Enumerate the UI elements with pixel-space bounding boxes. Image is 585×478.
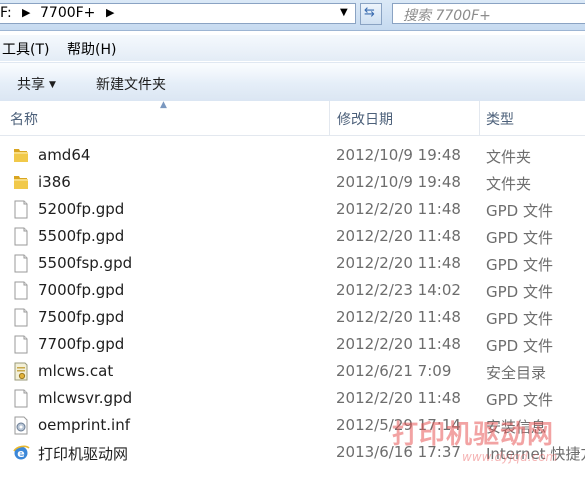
file-type: 文件夹 [486, 175, 532, 193]
file-type: GPD 文件 [486, 256, 553, 274]
file-date: 2012/2/20 11:48 [336, 200, 461, 218]
internet-shortcut-icon: e [12, 443, 30, 462]
security-catalog-icon [12, 362, 30, 381]
file-icon [12, 281, 30, 300]
menu-tools[interactable]: 工具(T) [2, 39, 49, 59]
file-icon [12, 335, 30, 354]
file-row[interactable]: 7000fp.gpd 2012/2/23 14:02 GPD 文件 [0, 277, 585, 304]
file-icon [12, 308, 30, 327]
refresh-icon: ⇆ [364, 5, 375, 20]
file-row[interactable]: 7700fp.gpd 2012/2/20 11:48 GPD 文件 [0, 331, 585, 358]
file-type: GPD 文件 [486, 391, 553, 409]
menu-bar: 工具(T) 帮助(H) [0, 35, 585, 61]
file-type: GPD 文件 [486, 202, 553, 220]
file-type: GPD 文件 [486, 229, 553, 247]
column-divider[interactable] [479, 101, 480, 135]
file-name: i386 [38, 173, 71, 191]
setup-info-icon [12, 416, 30, 435]
file-date: 2012/2/20 11:48 [336, 389, 461, 407]
file-date: 2012/2/20 11:48 [336, 227, 461, 245]
file-name: 打印机驱动网 [38, 445, 129, 463]
file-type: GPD 文件 [486, 283, 553, 301]
file-row[interactable]: amd64 2012/10/9 19:48 文件夹 [0, 142, 585, 169]
file-name: amd64 [38, 146, 91, 164]
file-row[interactable]: 5500fp.gpd 2012/2/20 11:48 GPD 文件 [0, 223, 585, 250]
search-box[interactable]: 搜索 7700F+ [392, 3, 585, 24]
file-name: 7700fp.gpd [38, 335, 125, 353]
file-row[interactable]: i386 2012/10/9 19:48 文件夹 [0, 169, 585, 196]
column-divider[interactable] [329, 101, 330, 135]
share-button-label: 共享 [17, 77, 45, 93]
file-row[interactable]: 5500fsp.gpd 2012/2/20 11:48 GPD 文件 [0, 250, 585, 277]
file-type: 文件夹 [486, 148, 532, 166]
breadcrumb-separator-icon[interactable]: ▶ [106, 6, 114, 19]
file-name: 5200fp.gpd [38, 200, 125, 218]
file-date: 2012/10/9 19:48 [336, 146, 461, 164]
file-date: 2012/2/23 14:02 [336, 281, 461, 299]
file-date: 2012/2/20 11:48 [336, 254, 461, 272]
file-name: 7000fp.gpd [38, 281, 125, 299]
file-name: mlcws.cat [38, 362, 114, 380]
breadcrumb-drive[interactable]: F: [0, 5, 12, 21]
file-type: GPD 文件 [486, 310, 553, 328]
file-icon [12, 389, 30, 408]
folder-icon [12, 146, 30, 165]
breadcrumb[interactable]: F: ▶ 7700F+ ▶ ▼ [0, 3, 356, 24]
chevron-down-icon: ▼ [49, 80, 56, 90]
column-type[interactable]: 类型 [486, 109, 514, 129]
share-button[interactable]: 共享 ▼ [17, 74, 56, 94]
column-name[interactable]: 名称 [10, 109, 38, 129]
sort-ascending-icon: ▲ [160, 100, 167, 110]
file-name: 7500fp.gpd [38, 308, 125, 326]
breadcrumb-folder[interactable]: 7700F+ [40, 5, 95, 21]
file-icon [12, 227, 30, 246]
file-row[interactable]: mlcws.cat 2012/6/21 7:09 安全目录 [0, 358, 585, 385]
file-name: 5500fsp.gpd [38, 254, 133, 272]
folder-icon [12, 173, 30, 192]
watermark-url: www.dyjqd.com [462, 450, 558, 464]
address-dropdown-icon[interactable]: ▼ [340, 7, 348, 18]
search-input[interactable]: 搜索 7700F+ [403, 5, 491, 25]
file-icon [12, 200, 30, 219]
file-name: mlcwsvr.gpd [38, 389, 133, 407]
new-folder-button[interactable]: 新建文件夹 [96, 74, 166, 94]
file-type: GPD 文件 [486, 337, 553, 355]
file-name: oemprint.inf [38, 416, 130, 434]
file-date: 2012/10/9 19:48 [336, 173, 461, 191]
command-bar: 共享 ▼ 新建文件夹 [0, 62, 585, 102]
column-header: ▲ 名称 修改日期 类型 [0, 100, 585, 136]
address-bar: F: ▶ 7700F+ ▶ ▼ ⇆ 搜索 7700F+ [0, 0, 585, 31]
svg-text:e: e [17, 447, 24, 460]
refresh-button[interactable]: ⇆ [360, 3, 382, 25]
file-row[interactable]: 5200fp.gpd 2012/2/20 11:48 GPD 文件 [0, 196, 585, 223]
file-name: 5500fp.gpd [38, 227, 125, 245]
file-type: 安全目录 [486, 364, 547, 382]
file-date: 2012/6/21 7:09 [336, 362, 452, 380]
breadcrumb-separator-icon[interactable]: ▶ [22, 6, 30, 19]
file-icon [12, 254, 30, 273]
file-date: 2012/2/20 11:48 [336, 308, 461, 326]
watermark-text: 打印机驱动网 [392, 420, 555, 450]
menu-help[interactable]: 帮助(H) [67, 39, 116, 59]
file-row[interactable]: mlcwsvr.gpd 2012/2/20 11:48 GPD 文件 [0, 385, 585, 412]
file-row[interactable]: 7500fp.gpd 2012/2/20 11:48 GPD 文件 [0, 304, 585, 331]
column-date-modified[interactable]: 修改日期 [337, 109, 393, 129]
file-date: 2012/2/20 11:48 [336, 335, 461, 353]
